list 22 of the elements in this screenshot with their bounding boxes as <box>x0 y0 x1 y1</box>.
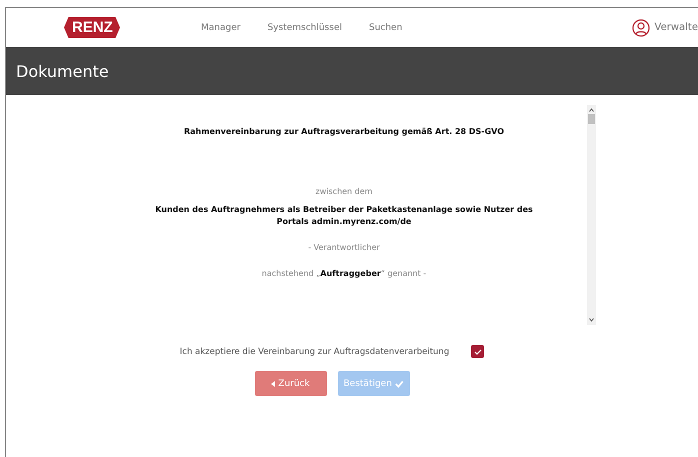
scroll-down-icon[interactable] <box>589 318 594 322</box>
document-paragraph: - Verantwortlicher <box>308 242 380 254</box>
logo: RENZ <box>64 17 120 38</box>
scroll-up-icon[interactable] <box>589 108 594 112</box>
user-icon[interactable] <box>632 18 650 36</box>
consent-checkbox[interactable] <box>471 345 484 358</box>
page-title-bar: Dokumente <box>6 47 698 95</box>
document-paragraph: nachstehend „Auftraggeber“ genannt - <box>262 268 426 280</box>
consent-label: Ich akzeptiere die Vereinbarung zur Auftragsdatenverarbeitung <box>180 346 450 356</box>
document-title: Rahmenvereinbarung zur Auftragsverarbeitung gemäß Art. 28 DS-GVO <box>184 127 504 136</box>
nav-link[interactable]: Systemschlüssel <box>267 22 342 32</box>
back-button[interactable]: Zurück <box>254 371 326 396</box>
user-name[interactable]: Verwalte <box>654 22 698 33</box>
document-paragraph: Kunden des Auftragnehmers als Betreiber der Paketkastenanlage sowie Nutzer des Portals admin.myrenz.com/de <box>154 204 534 228</box>
document-paragraph: zwischen dem <box>316 186 372 198</box>
nav-link[interactable]: Manager <box>201 22 240 32</box>
nav-link[interactable]: Suchen <box>368 22 402 32</box>
caret-left-icon <box>271 380 276 386</box>
scrollbar-thumb[interactable] <box>588 114 595 124</box>
scrollbar[interactable] <box>587 105 596 325</box>
checkmark-icon <box>394 380 404 388</box>
checkmark-icon <box>474 348 482 356</box>
